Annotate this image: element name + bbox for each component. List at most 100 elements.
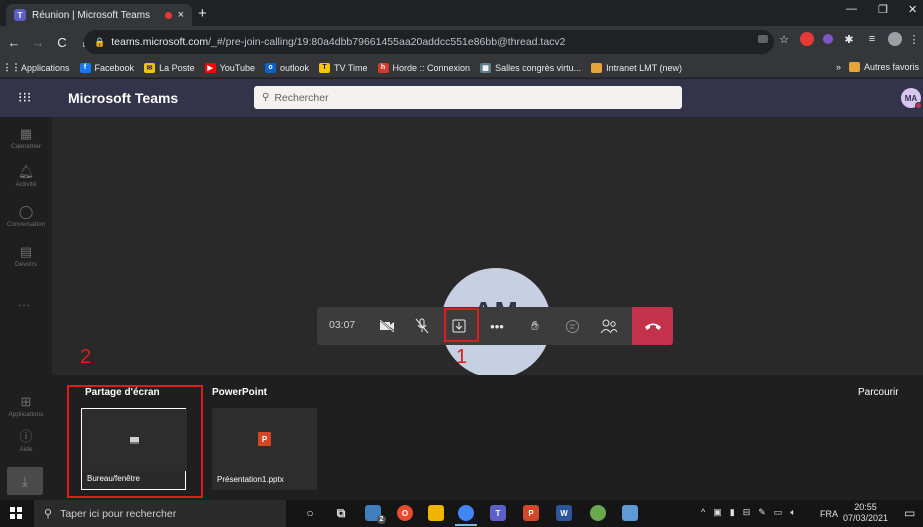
reload-icon[interactable]: C [52, 35, 72, 50]
profile-icon[interactable] [888, 32, 902, 46]
bookmark-label: YouTube [219, 62, 255, 73]
show-hidden-icon[interactable]: ^ [701, 507, 705, 518]
star-icon[interactable]: ☆ [777, 32, 791, 46]
apps-grid-icon: ⋮⋮ [2, 62, 21, 72]
url-text: teams.microsoft.com/_#/pre-join-calling/… [111, 36, 565, 48]
more-apps-icon[interactable]: ... [18, 295, 31, 309]
hang-up-button[interactable] [632, 307, 673, 345]
opera-icon[interactable]: O [397, 505, 413, 521]
menu-icon[interactable]: ⋮ [909, 32, 920, 46]
chrome-icon[interactable] [455, 505, 477, 526]
back-icon[interactable]: ← [4, 35, 24, 50]
bookmark-youtube[interactable]: ▶ YouTube [204, 62, 255, 73]
rail-item-applications[interactable]: ⊞ Applications [0, 395, 52, 419]
taskbar-search-placeholder: Taper ici pour rechercher [60, 507, 177, 520]
rail-item-activity[interactable]: 🔔︎ Activité [0, 164, 52, 189]
user-avatar[interactable]: MA [901, 88, 922, 109]
close-window-icon[interactable]: ✕ [908, 3, 917, 16]
bookmark-applications[interactable]: ⋮⋮ Applications [2, 62, 70, 73]
bookmark-tvtime[interactable]: T TV Time [319, 62, 368, 73]
bookmark-laposte[interactable]: ✉ La Poste [144, 62, 195, 73]
browser-tab[interactable]: T Réunion | Microsoft Teams × [6, 4, 192, 26]
more-actions-icon[interactable]: ••• [487, 316, 507, 336]
bookmark-label: Salles congrès virtu... [495, 62, 582, 73]
minimize-icon[interactable]: — [846, 3, 857, 15]
tray-app-icon[interactable]: ▣ [713, 507, 722, 518]
browse-button[interactable]: Parcourir [858, 387, 899, 398]
download-icon[interactable]: ⤓ [7, 467, 43, 495]
file-explorer-icon[interactable] [428, 505, 444, 521]
clock[interactable]: 20:55 07/03/2021 [843, 502, 888, 524]
bookmarks-right: » Autres favoris [836, 62, 919, 72]
clock-time: 20:55 [854, 502, 877, 512]
bell-icon: 🔔︎ [17, 164, 35, 179]
restore-icon[interactable]: ❐ [878, 3, 888, 16]
address-bar[interactable]: 🔒 teams.microsoft.com/_#/pre-join-callin… [84, 30, 774, 54]
chat-icon[interactable] [562, 316, 582, 336]
raise-hand-icon[interactable]: ✋︎ [525, 316, 545, 336]
network-icon[interactable]: ⊟ [743, 507, 751, 518]
cortana-icon[interactable]: ○ [302, 505, 318, 521]
tab-close-button[interactable]: × [178, 9, 184, 21]
usb-icon[interactable]: ▮ [730, 507, 735, 518]
rail-label: Calendrier [11, 143, 41, 150]
forward-icon[interactable]: → [28, 35, 48, 50]
app-launcher-icon[interactable]: ⁝⁝⁝ [18, 89, 31, 106]
other-bookmarks[interactable]: Autres favoris [848, 62, 919, 72]
search-input[interactable]: ⚲ Rechercher [254, 86, 682, 109]
taskbar-search[interactable]: ⚲ Taper ici pour rechercher [34, 500, 286, 527]
extension-purple-icon[interactable] [823, 34, 833, 44]
bookmark-intranet[interactable]: Intranet LMT (new) [591, 62, 682, 73]
bookmark-outlook[interactable]: o outlook [264, 62, 309, 73]
onedrive-icon[interactable]: 2 [365, 505, 386, 524]
rail-label: Conversation [6, 221, 46, 228]
camera-off-icon[interactable] [377, 316, 397, 336]
teams-icon[interactable]: T [490, 505, 506, 521]
reading-list-icon[interactable]: ≡ [865, 32, 879, 46]
teams-favicon-icon: T [14, 9, 26, 21]
rail-item-help[interactable]: ⓘ Aide [0, 429, 52, 454]
snipping-icon[interactable] [622, 505, 638, 521]
new-tab-button[interactable]: + [198, 5, 207, 22]
language-indicator[interactable]: FRA [820, 509, 838, 519]
rail-item-calendar[interactable]: ▦ Calendrier [0, 127, 52, 151]
task-view-icon[interactable]: ⧉ [333, 505, 349, 521]
annotation-box-2 [67, 385, 203, 498]
bookmark-salles[interactable]: ▦ Salles congrès virtu... [480, 62, 582, 73]
annotation-box-1 [444, 308, 479, 342]
powerpoint-taskbar-icon[interactable]: P [523, 505, 539, 521]
rail-item-assignments[interactable]: ▤ Devoirs [0, 245, 52, 269]
puzzle-icon[interactable]: ✱ [842, 32, 856, 46]
extension-red-icon[interactable] [800, 32, 814, 46]
rail-label: Devoirs [14, 261, 38, 268]
help-icon: ⓘ [19, 429, 33, 444]
badge: 2 [377, 515, 386, 524]
pen-icon[interactable]: ✎ [758, 507, 766, 518]
bookmark-horde[interactable]: h Horde :: Connexion [377, 62, 470, 73]
url-host: teams.microsoft.com [111, 36, 209, 48]
mic-off-icon[interactable] [412, 316, 432, 336]
bookmark-facebook[interactable]: f Facebook [79, 62, 135, 73]
rail-label: Applications [8, 411, 44, 418]
bookmarks-overflow[interactable]: » [836, 62, 841, 72]
powerpoint-item[interactable]: P Présentation1.pptx [212, 408, 317, 490]
word-icon[interactable]: W [556, 505, 572, 521]
annotation-number-1: 1 [456, 346, 468, 368]
bookmark-label: Facebook [94, 62, 135, 73]
powerpoint-label: Présentation1.pptx [217, 475, 284, 484]
clock-date: 07/03/2021 [843, 513, 889, 523]
notifications-icon[interactable]: ▭ [904, 506, 915, 520]
recording-dot-icon [164, 11, 172, 19]
camera-icon[interactable] [758, 35, 768, 43]
rail-item-conversation[interactable]: ◯ Conversation [0, 204, 52, 229]
rail-label: Aide [19, 446, 33, 453]
chat-icon: ◯ [18, 204, 34, 219]
windows-start-icon[interactable] [10, 507, 22, 519]
browser-tab-strip: T Réunion | Microsoft Teams × + — ❐ ✕ [0, 0, 923, 26]
battery-icon[interactable]: ▭ [774, 507, 783, 518]
participants-icon[interactable] [599, 316, 619, 336]
volume-icon[interactable]: 🔈︎ [790, 507, 795, 518]
powerpoint-header: PowerPoint [212, 387, 268, 398]
paint-icon[interactable] [590, 505, 606, 521]
bookmarks-bar: ⋮⋮ Applications f Facebook ✉ La Poste ▶ YouT… [0, 58, 923, 78]
